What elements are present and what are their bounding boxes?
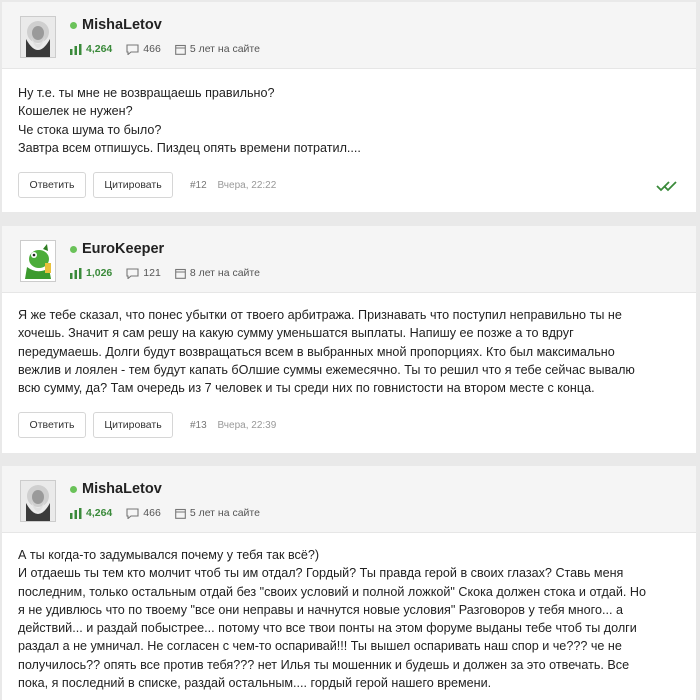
reply-button[interactable]: Ответить <box>18 412 86 438</box>
post-body: А ты когда-то задумывался почему у тебя … <box>18 548 647 691</box>
comment-icon <box>126 507 139 519</box>
avatar[interactable] <box>20 240 56 282</box>
comment-icon <box>126 267 139 279</box>
username[interactable]: MishaLetov <box>82 17 162 33</box>
post-meta: #12 Вчера, 22:22 <box>190 180 276 191</box>
post-header: MishaLetov 4,264 466 5 лет на сайте <box>2 466 696 533</box>
post-14: MishaLetov 4,264 466 5 лет на сайте А ты… <box>2 466 696 700</box>
username[interactable]: MishaLetov <box>82 481 162 497</box>
quote-button[interactable]: Цитировать <box>93 412 173 438</box>
post-actions: Ответить Цитировать #13 Вчера, 22:39 <box>18 412 276 438</box>
quote-button[interactable]: Цитировать <box>93 172 173 198</box>
comment-icon <box>126 43 139 55</box>
post-body: Я же тебе сказал, что понес убытки от тв… <box>18 308 635 396</box>
post-header: EuroKeeper 1,026 121 8 лет на сайте <box>2 226 696 293</box>
post-header: MishaLetov 4,264 466 5 лет на сайте <box>2 2 696 69</box>
calendar-icon <box>174 44 186 55</box>
rating: 4,264 <box>70 507 112 519</box>
online-status-icon <box>70 22 77 29</box>
member-since: 5 лет на сайте <box>174 507 260 519</box>
rating: 4,264 <box>70 43 112 55</box>
timestamp: Вчера, 22:39 <box>217 419 277 431</box>
rating-bars-icon <box>70 43 82 55</box>
post-number[interactable]: #12 <box>190 180 207 191</box>
calendar-icon <box>174 508 186 519</box>
rating-value: 1,026 <box>86 267 113 279</box>
avatar[interactable] <box>20 480 56 522</box>
rating-bars-icon <box>70 267 82 279</box>
read-checkmark-icon <box>656 179 678 197</box>
rating-value: 4,264 <box>86 507 113 519</box>
avatar[interactable] <box>20 16 56 58</box>
timestamp: Вчера, 22:22 <box>217 179 277 191</box>
member-since: 5 лет на сайте <box>174 43 260 55</box>
user-stats: 4,264 466 5 лет на сайте <box>70 43 274 55</box>
rating-value: 4,264 <box>86 43 113 55</box>
rating-bars-icon <box>70 507 82 519</box>
post-13: EuroKeeper 1,026 121 8 лет на сайте Я же… <box>2 226 696 453</box>
user-stats: 1,026 121 8 лет на сайте <box>70 267 274 279</box>
calendar-icon <box>174 268 186 279</box>
comments-count: 466 <box>126 507 161 519</box>
post-12: MishaLetov 4,264 466 5 лет на сайте Ну т… <box>2 2 696 212</box>
member-since: 8 лет на сайте <box>174 267 260 279</box>
post-body: Ну т.е. ты мне не возвращаешь правильно?… <box>18 86 361 155</box>
post-actions: Ответить Цитировать #12 Вчера, 22:22 <box>18 172 276 198</box>
reply-button[interactable]: Ответить <box>18 172 86 198</box>
user-stats: 4,264 466 5 лет на сайте <box>70 507 274 519</box>
post-number[interactable]: #13 <box>190 420 207 431</box>
online-status-icon <box>70 486 77 493</box>
username[interactable]: EuroKeeper <box>82 241 164 257</box>
rating: 1,026 <box>70 267 112 279</box>
post-meta: #13 Вчера, 22:39 <box>190 420 276 431</box>
comments-count: 121 <box>126 267 161 279</box>
online-status-icon <box>70 246 77 253</box>
comments-count: 466 <box>126 43 161 55</box>
